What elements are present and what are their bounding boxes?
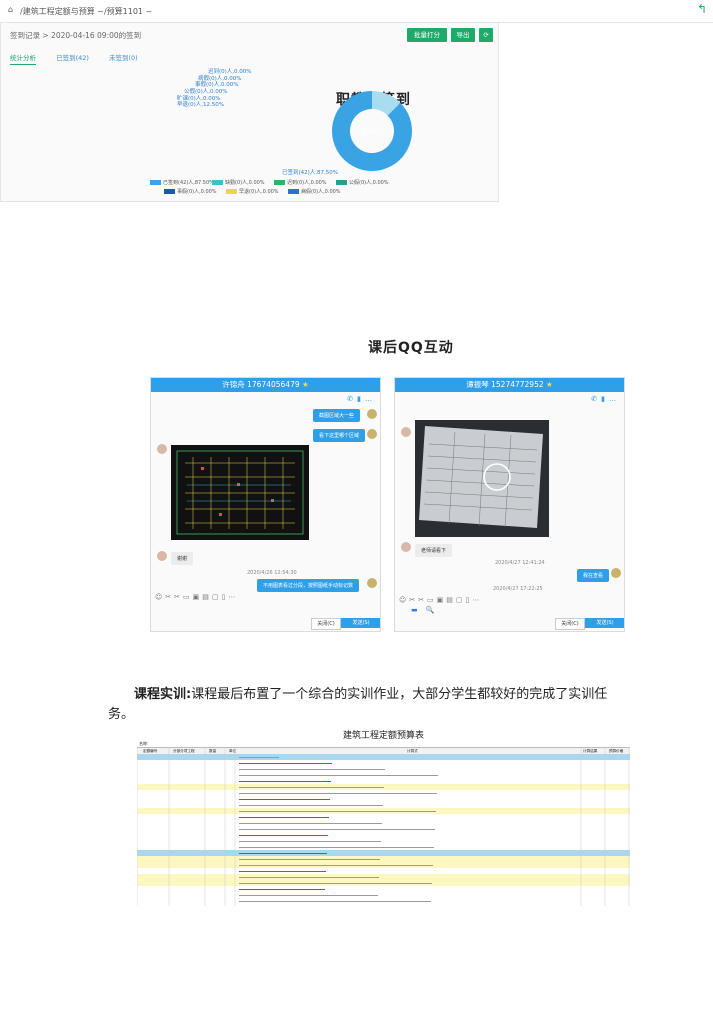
call-video-icons[interactable]: ✆▮…	[591, 395, 620, 403]
input-toolbar[interactable]: ☺✂✂▭▣▤▢▯⋯	[399, 596, 482, 604]
legend-item[interactable]: 病假(0)人,0.00%	[288, 188, 341, 195]
star-icon: ★	[546, 380, 553, 389]
legend-item[interactable]: 缺勤(0)人,0.00%	[212, 179, 265, 186]
legend-swatch	[288, 189, 299, 194]
sheet-title: 建筑工程定额预算表	[342, 731, 424, 741]
legend-swatch	[212, 180, 223, 185]
timestamp: 2020/4/27 12:41:24	[495, 560, 545, 566]
budget-sheet-image: 建筑工程定额预算表 名称: 定额编号 分部分项工程 数量 单位 计算式 计算结果…	[137, 726, 630, 906]
legend-swatch	[274, 180, 285, 185]
legend-swatch	[164, 189, 175, 194]
slice-label-signed: 已签到(42)人,87.50%	[282, 170, 339, 176]
legend-swatch	[150, 180, 161, 185]
avatar	[611, 568, 621, 578]
legend-item[interactable]: 早退(0)人,0.00%	[226, 188, 279, 195]
cad-drawing-image[interactable]	[171, 445, 309, 540]
legend-item[interactable]: 迟到(0)人,0.00%	[274, 179, 327, 186]
message-bubble: 老师请看下	[415, 544, 453, 557]
send-button[interactable]: 发送(S)	[585, 618, 624, 628]
chat-title-bar: 谭振琴 15274772952 ★	[395, 378, 624, 392]
avatar	[367, 409, 377, 419]
legend-swatch	[226, 189, 237, 194]
message-bubble: 看下这里哪个区域	[313, 429, 366, 442]
chat-title-bar: 许锦舟 17674056479 ★	[151, 378, 380, 392]
avatar	[157, 551, 167, 561]
avatar	[401, 542, 411, 552]
chat-title: 许锦舟 17674056479	[222, 380, 300, 389]
avatar	[367, 429, 377, 439]
send-button[interactable]: 发送(S)	[341, 618, 380, 628]
legend-item[interactable]: 已签到(42)人,87.50%	[150, 179, 214, 186]
chat-window-right: 谭振琴 15274772952 ★ ✆▮… 老师请看下 2020/4/27 12…	[394, 377, 625, 632]
paragraph-label: 课程实训:	[134, 687, 192, 702]
close-button[interactable]: 关闭(C)	[311, 618, 341, 630]
chat-window-left: 许锦舟 17674056479 ★ ✆▮… 截图区域大一些 看下这里哪个区域 谢…	[150, 377, 381, 632]
legend-item[interactable]: 事假(0)人,0.00%	[164, 188, 217, 195]
call-video-icons[interactable]: ✆▮…	[347, 395, 376, 403]
attendance-donut-chart: 签到统计	[331, 91, 412, 171]
avatar	[401, 427, 411, 437]
legend-item[interactable]: 公假(0)人,0.00%	[336, 179, 389, 186]
avatar	[157, 444, 167, 454]
close-button[interactable]: 关闭(C)	[555, 618, 585, 630]
timestamp: 2020/4/27 17:22:25	[493, 586, 543, 592]
qq-heading: 课后QQ互动	[368, 340, 454, 356]
sheet-grid	[137, 747, 630, 906]
attendance-screenshot: ⌂ /建筑工程定额与预算 ~/预算1101 ~ ↰ 签到记录 > 2020-04…	[0, 0, 713, 202]
avatar	[367, 578, 377, 588]
timestamp: 2020/4/26 12:54:30	[247, 570, 297, 576]
message-bubble: 截图区域大一些	[313, 409, 361, 422]
donut-legend: 已签到(42)人,87.50% 缺勤(0)人,0.00% 迟到(0)人,0.00% 公…	[150, 179, 470, 197]
chat-title: 谭振琴 15274772952	[466, 380, 544, 389]
worksheet-photo[interactable]	[415, 420, 549, 537]
input-toolbar[interactable]: ☺✂✂▭▣▤▢▯⋯	[155, 593, 238, 601]
star-icon: ★	[302, 380, 309, 389]
message-bubble: 不用图表看过分段，按照图纸手动标记数	[257, 579, 360, 592]
donut-center-label: 签到统计	[362, 128, 382, 135]
message-bubble: 我在查看	[577, 569, 610, 582]
slice-label-early: 早退(0)人,12.50%	[177, 102, 225, 108]
legend-swatch	[336, 180, 347, 185]
search-icon[interactable]: ▬ 🔍	[411, 606, 438, 614]
course-practice-paragraph: 课程实训:课程最后布置了一个综合的实训作业，大部分学生都较好的完成了实训任务。	[108, 685, 608, 725]
message-bubble: 谢谢	[171, 552, 194, 565]
